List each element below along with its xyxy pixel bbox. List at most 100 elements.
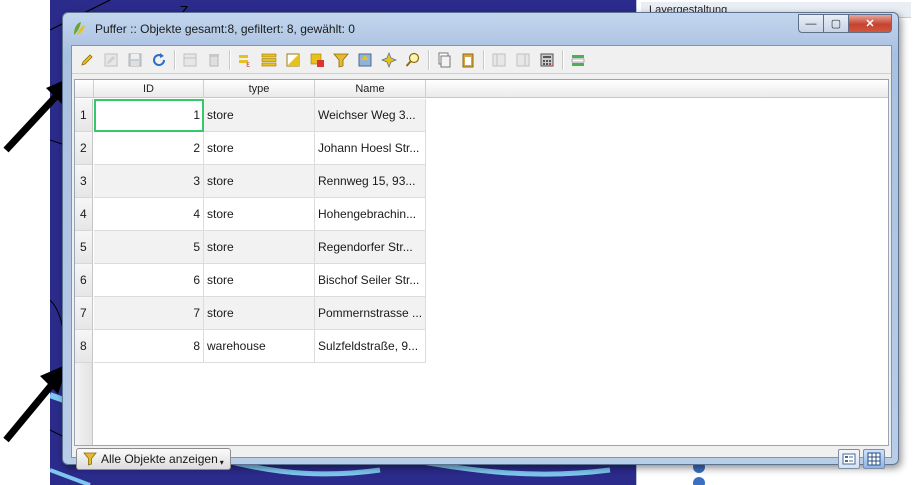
zoom-map-to-selected-button[interactable] (402, 49, 424, 71)
cell-id[interactable]: 2 (94, 132, 204, 165)
table-row[interactable]: 1 1 store Weichser Weg 3... (75, 99, 426, 132)
cell-id[interactable]: 7 (94, 297, 204, 330)
delete-field-icon (516, 53, 530, 66)
qgis-app-icon (74, 22, 85, 35)
form-view-icon (842, 453, 856, 465)
cell-type[interactable]: store (204, 231, 315, 264)
toggle-multi-edit-icon (104, 53, 118, 66)
dialog-body: ε ID type Name 1 1 store Weichser Weg 3... 2… (71, 45, 892, 470)
cell-id[interactable]: 1 (94, 99, 204, 132)
add-feature-button[interactable] (179, 49, 201, 71)
table-row[interactable]: 3 3 store Rennweg 15, 93... (75, 165, 426, 198)
table-row[interactable]: 7 7 store Pommernstrasse ... (75, 297, 426, 330)
filter-select-button[interactable] (330, 49, 352, 71)
toolbar-separator (428, 49, 429, 70)
table-row[interactable]: 5 5 store Regendorfer Str... (75, 231, 426, 264)
close-button[interactable]: ✕ (848, 14, 892, 33)
window-title: Puffer :: Objekte gesamt:8, gefiltert: 8… (95, 22, 355, 36)
zoom-map-to-selected-icon (405, 52, 420, 67)
select-by-expression-button[interactable]: ε (234, 49, 256, 71)
move-selection-to-top-button[interactable] (354, 49, 376, 71)
cell-name[interactable]: Weichser Weg 3... (315, 99, 426, 132)
table-row[interactable]: 8 8 warehouse Sulzfeldstraße, 9... (75, 330, 426, 363)
corner-header[interactable] (75, 80, 94, 98)
cell-name[interactable]: Johann Hoesl Str... (315, 132, 426, 165)
delete-selected-button[interactable] (203, 49, 225, 71)
minimize-button[interactable]: — (798, 14, 824, 33)
cell-type[interactable]: store (204, 99, 315, 132)
cell-type[interactable]: warehouse (204, 330, 315, 363)
invert-selection-button[interactable] (282, 49, 304, 71)
paste-features-button[interactable] (457, 49, 479, 71)
select-by-expression-icon: ε (239, 54, 250, 68)
column-header-type[interactable]: type (204, 80, 315, 98)
cell-name[interactable]: Sulzfeldstraße, 9... (315, 330, 426, 363)
cell-type[interactable]: store (204, 198, 315, 231)
delete-field-button[interactable] (512, 49, 534, 71)
deselect-all-icon (310, 53, 324, 67)
cell-type[interactable]: store (204, 297, 315, 330)
attribute-table-toolbar: ε (72, 46, 891, 74)
reload-table-button[interactable] (148, 49, 170, 71)
title-bar[interactable]: Puffer :: Objekte gesamt:8, gefiltert: 8… (63, 13, 898, 45)
maximize-button[interactable]: ▢ (823, 14, 849, 33)
toggle-multi-edit-button[interactable] (100, 49, 122, 71)
copy-selected-rows-button[interactable] (433, 49, 455, 71)
row-header[interactable]: 5 (75, 231, 93, 264)
toolbar-separator (562, 49, 563, 70)
cell-id[interactable]: 3 (94, 165, 204, 198)
toggle-editing-button[interactable] (76, 49, 98, 71)
row-header[interactable]: 3 (75, 165, 93, 198)
deselect-all-button[interactable] (306, 49, 328, 71)
cell-id[interactable]: 8 (94, 330, 204, 363)
form-view-button[interactable] (838, 449, 860, 469)
attribute-table[interactable]: ID type Name 1 1 store Weichser Weg 3... 2 2 s… (74, 79, 889, 446)
row-header[interactable]: 2 (75, 132, 93, 165)
cell-type[interactable]: store (204, 132, 315, 165)
new-field-button[interactable] (488, 49, 510, 71)
cell-id[interactable]: 4 (94, 198, 204, 231)
table-row[interactable]: 4 4 store Hohengebrachin... (75, 198, 426, 231)
table-row[interactable]: 2 2 store Johann Hoesl Str... (75, 132, 426, 165)
show-all-features-button[interactable]: Alle Objekte anzeigen ▾ (76, 448, 231, 470)
show-all-label: Alle Objekte anzeigen (101, 452, 218, 466)
reload-table-icon (153, 52, 166, 66)
cell-id[interactable]: 5 (94, 231, 204, 264)
filter-select-icon (333, 53, 349, 68)
row-header[interactable]: 4 (75, 198, 93, 231)
view-switcher (835, 449, 885, 469)
field-calculator-button[interactable] (536, 49, 558, 71)
cell-type[interactable]: store (204, 264, 315, 297)
column-header-id[interactable]: ID (94, 80, 204, 98)
pan-map-to-selected-button[interactable] (378, 49, 400, 71)
row-header[interactable]: 8 (75, 330, 93, 363)
cell-name[interactable]: Bischof Seiler Str... (315, 264, 426, 297)
cell-type[interactable]: store (204, 165, 315, 198)
table-body: 1 1 store Weichser Weg 3... 2 2 store Johann Ho… (75, 99, 888, 445)
cell-name[interactable]: Hohengebrachin... (315, 198, 426, 231)
paste-features-icon (462, 53, 474, 67)
filter-icon (83, 452, 97, 466)
table-view-icon (867, 452, 881, 466)
table-view-button[interactable] (863, 449, 885, 469)
table-row[interactable]: 6 6 store Bischof Seiler Str... (75, 264, 426, 297)
attribute-table-window[interactable]: Puffer :: Objekte gesamt:8, gefiltert: 8… (62, 12, 899, 470)
save-edits-button[interactable] (124, 49, 146, 71)
column-header-name[interactable]: Name (315, 80, 426, 98)
cell-name[interactable]: Rennweg 15, 93... (315, 165, 426, 198)
conditional-formatting-button[interactable] (567, 49, 589, 71)
cell-name[interactable]: Regendorfer Str... (315, 231, 426, 264)
select-all-button[interactable] (258, 49, 280, 71)
row-header[interactable]: 7 (75, 297, 93, 330)
panel-item-icon (693, 477, 705, 485)
row-header[interactable]: 6 (75, 264, 93, 297)
svg-text:ε: ε (246, 60, 250, 68)
toggle-editing-icon (81, 53, 93, 66)
move-selection-to-top-icon (358, 53, 372, 66)
row-header-filler (75, 363, 93, 445)
table-header: ID type Name (75, 80, 888, 98)
cell-id[interactable]: 6 (94, 264, 204, 297)
row-header[interactable]: 1 (75, 99, 93, 132)
new-field-icon (492, 53, 506, 66)
cell-name[interactable]: Pommernstrasse ... (315, 297, 426, 330)
